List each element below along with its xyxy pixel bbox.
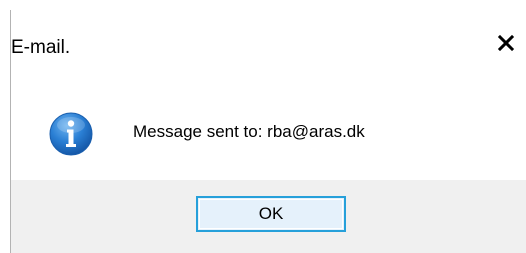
- title-bar[interactable]: E-mail.: [11, 10, 526, 70]
- dialog-body: Message sent to: rba@aras.dk: [11, 70, 526, 180]
- close-icon: [498, 35, 514, 51]
- dialog-title: E-mail.: [11, 37, 71, 58]
- button-bar: OK: [11, 180, 526, 253]
- info-icon: [49, 112, 93, 156]
- ok-button[interactable]: OK: [196, 196, 346, 232]
- message-text: Message sent to: rba@aras.dk: [133, 122, 365, 141]
- close-button[interactable]: [491, 28, 521, 58]
- message-dialog: E-mail. Message sent to: rba@aras.dk OK: [0, 0, 526, 253]
